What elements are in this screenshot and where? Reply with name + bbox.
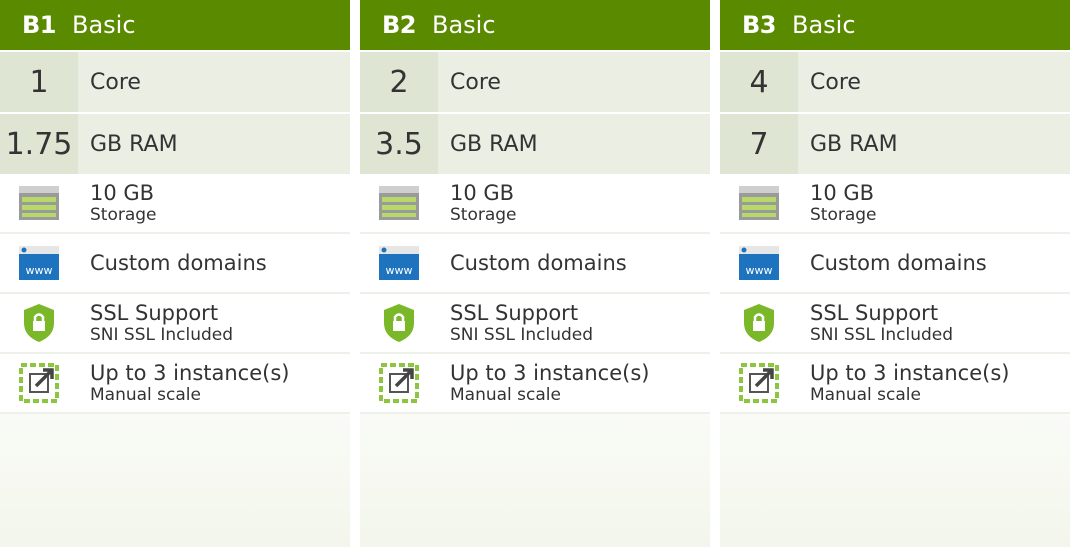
scale-icon (360, 363, 438, 403)
storage-row: 10 GB Storage (360, 174, 710, 234)
ram-row: 7 GB RAM (720, 114, 1070, 174)
domains-label: Custom domains (810, 251, 987, 275)
scale-label: Up to 3 instance(s) (810, 361, 1010, 385)
core-count: 1 (0, 52, 78, 112)
domains-row: www Custom domains (0, 234, 350, 294)
storage-icon (720, 185, 798, 221)
plan-header: B2 Basic (360, 0, 710, 50)
ram-amount: 1.75 (0, 114, 78, 174)
www-icon: www (0, 245, 78, 281)
ram-row: 1.75 GB RAM (0, 114, 350, 174)
scale-row: Up to 3 instance(s) Manual scale (0, 354, 350, 414)
ssl-label: SSL Support (90, 301, 219, 325)
ssl-label: SSL Support (810, 301, 939, 325)
storage-label: Storage (90, 205, 157, 225)
storage-amount: 10 GB (90, 181, 155, 205)
plan-name: Basic (72, 11, 136, 39)
plan-tier: B2 (382, 11, 417, 39)
svg-text:www: www (386, 264, 413, 277)
storage-icon (360, 185, 438, 221)
plan-name: Basic (432, 11, 496, 39)
ssl-row: SSL Support SNI SSL Included (720, 294, 1070, 354)
svg-text:www: www (746, 264, 773, 277)
scale-icon (0, 363, 78, 403)
scale-row: Up to 3 instance(s) Manual scale (720, 354, 1070, 414)
core-row: 2 Core (360, 52, 710, 112)
core-label: Core (438, 52, 710, 112)
ram-row: 3.5 GB RAM (360, 114, 710, 174)
core-count: 2 (360, 52, 438, 112)
ram-label: GB RAM (798, 114, 1070, 174)
ram-label: GB RAM (438, 114, 710, 174)
core-label: Core (798, 52, 1070, 112)
scale-label: Up to 3 instance(s) (450, 361, 650, 385)
plan-card-b1[interactable]: B1 Basic 1 Core 1.75 GB RAM 10 GB Storag… (0, 0, 350, 547)
core-count: 4 (720, 52, 798, 112)
core-row: 4 Core (720, 52, 1070, 112)
scale-row: Up to 3 instance(s) Manual scale (360, 354, 710, 414)
ssl-row: SSL Support SNI SSL Included (0, 294, 350, 354)
scale-sublabel: Manual scale (90, 385, 201, 405)
scale-sublabel: Manual scale (450, 385, 561, 405)
storage-label: Storage (810, 205, 877, 225)
storage-amount: 10 GB (450, 181, 515, 205)
plan-tier: B1 (22, 11, 57, 39)
core-row: 1 Core (0, 52, 350, 112)
plan-name: Basic (792, 11, 856, 39)
scale-label: Up to 3 instance(s) (90, 361, 290, 385)
www-icon: www (720, 245, 798, 281)
svg-text:www: www (26, 264, 53, 277)
ssl-sublabel: SNI SSL Included (90, 325, 234, 345)
scale-sublabel: Manual scale (810, 385, 921, 405)
domains-label: Custom domains (90, 251, 267, 275)
core-label: Core (78, 52, 350, 112)
storage-label: Storage (450, 205, 517, 225)
ssl-sublabel: SNI SSL Included (810, 325, 954, 345)
ssl-row: SSL Support SNI SSL Included (360, 294, 710, 354)
scale-icon (720, 363, 798, 403)
ssl-shield-icon (720, 303, 798, 343)
plan-card-b3[interactable]: B3 Basic 4 Core 7 GB RAM 10 GB Storage w… (720, 0, 1070, 547)
storage-amount: 10 GB (810, 181, 875, 205)
plan-header: B1 Basic (0, 0, 350, 50)
plan-tier: B3 (742, 11, 777, 39)
domains-label: Custom domains (450, 251, 627, 275)
ssl-label: SSL Support (450, 301, 579, 325)
ram-amount: 3.5 (360, 114, 438, 174)
plan-header: B3 Basic (720, 0, 1070, 50)
storage-row: 10 GB Storage (0, 174, 350, 234)
www-icon: www (360, 245, 438, 281)
ssl-shield-icon (0, 303, 78, 343)
domains-row: www Custom domains (720, 234, 1070, 294)
ssl-shield-icon (360, 303, 438, 343)
plan-card-b2[interactable]: B2 Basic 2 Core 3.5 GB RAM 10 GB Storage… (360, 0, 710, 547)
storage-icon (0, 185, 78, 221)
ram-label: GB RAM (78, 114, 350, 174)
domains-row: www Custom domains (360, 234, 710, 294)
ssl-sublabel: SNI SSL Included (450, 325, 594, 345)
storage-row: 10 GB Storage (720, 174, 1070, 234)
ram-amount: 7 (720, 114, 798, 174)
